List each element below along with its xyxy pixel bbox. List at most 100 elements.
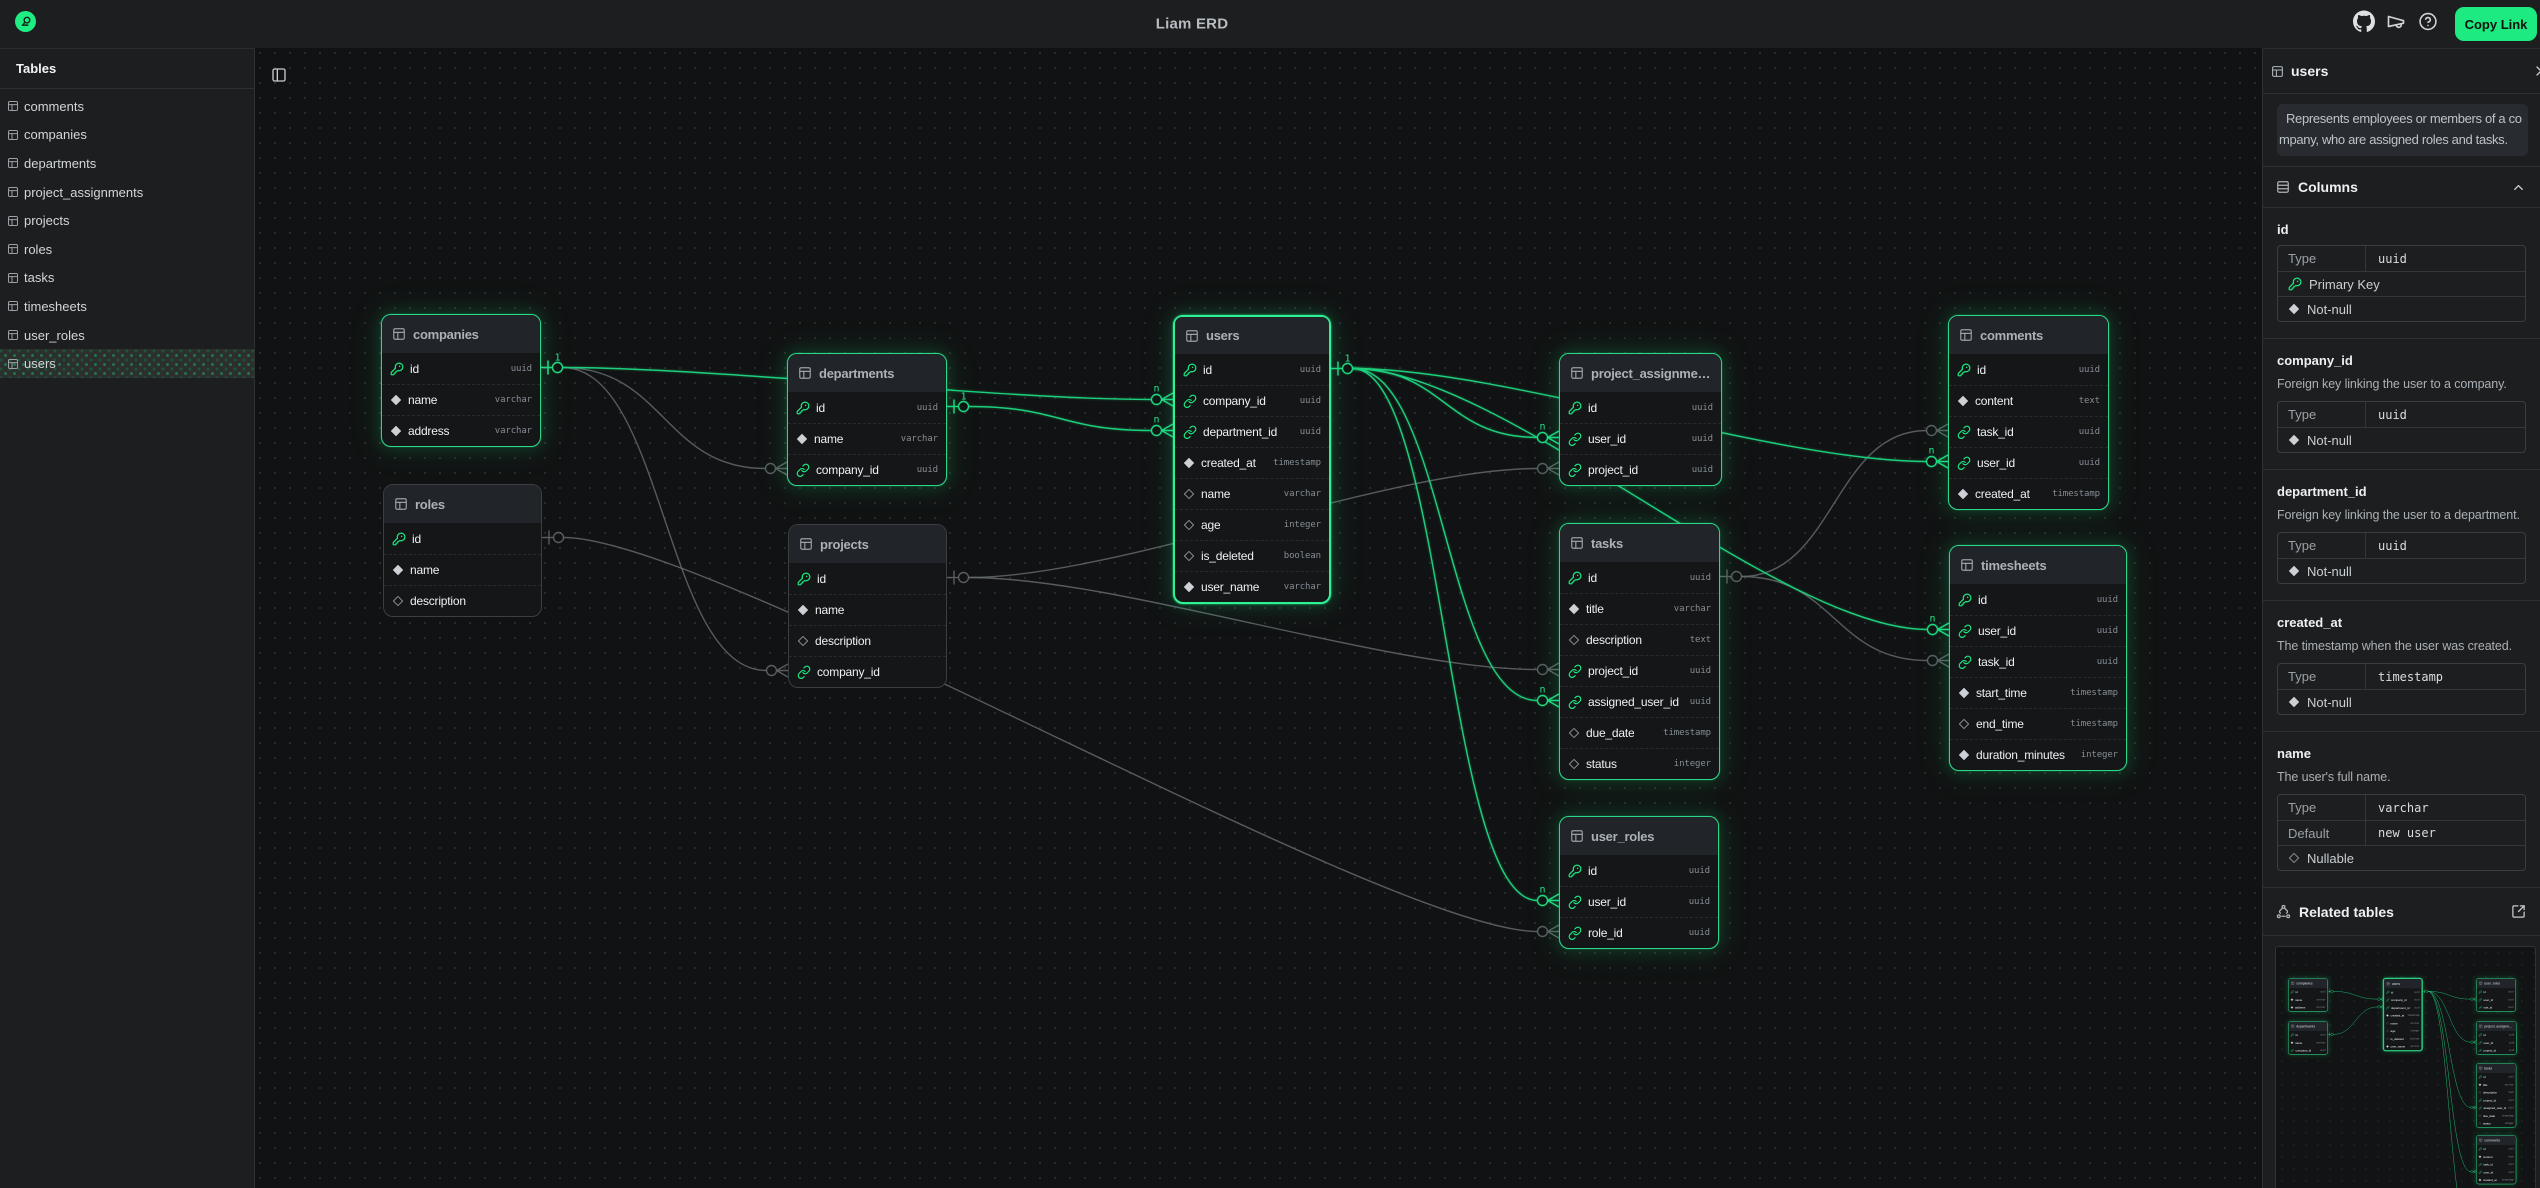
erd-canvas[interactable]: 1n1n1nnnnncompaniesiduuidnamevarcharaddr…: [255, 48, 2262, 1188]
column-row-description[interactable]: description: [789, 625, 946, 656]
not-null-icon: [1183, 457, 1195, 469]
column-row-user_name[interactable]: user_namevarchar: [1175, 571, 1329, 602]
column-row-due_date[interactable]: due_datetimestamp: [1560, 717, 1719, 748]
sidebar-item-timesheets[interactable]: timesheets: [0, 292, 254, 321]
column-row-id[interactable]: iduuid: [1560, 855, 1718, 886]
cardinality-one-marker: [542, 531, 564, 545]
column-row-created_at[interactable]: created_attimestamp: [1175, 447, 1329, 478]
column-row-status[interactable]: statusinteger: [1560, 748, 1719, 779]
column-row-age[interactable]: ageinteger: [1175, 509, 1329, 540]
column-row-address[interactable]: addressvarchar: [382, 415, 540, 446]
foreign-key-icon: [2386, 998, 2390, 1002]
table-node-companies[interactable]: companiesiduuidnamevarcharaddressvarchar: [381, 314, 541, 447]
column-row-name[interactable]: namevarchar: [382, 384, 540, 415]
sidebar-item-tasks[interactable]: tasks: [0, 264, 254, 293]
column-row-department_id[interactable]: department_iduuid: [1175, 416, 1329, 447]
column-row-company_id[interactable]: company_id: [789, 656, 946, 687]
column-row-id[interactable]: iduuid: [1560, 562, 1719, 593]
column-name: company_id: [817, 665, 880, 679]
column-type: text: [2508, 1156, 2514, 1159]
column-row-company_id[interactable]: company_iduuid: [788, 454, 946, 485]
column-name: user_id: [1588, 895, 1626, 909]
column-row-name[interactable]: name: [789, 594, 946, 625]
column-row-id[interactable]: iduuid: [382, 353, 540, 384]
related-tables-minimap[interactable]: companiesiduuidnamevarcharaddressvarchar…: [2275, 946, 2536, 1188]
sidebar-item-companies[interactable]: companies: [0, 121, 254, 150]
column-row-id[interactable]: iduuid: [1175, 354, 1329, 385]
sidebar-item-users[interactable]: users: [0, 349, 254, 378]
copy-link-button[interactable]: Copy Link: [2455, 7, 2537, 41]
column-name: start_time: [1976, 686, 2027, 700]
table-node-project_assignments[interactable]: project_assignmentsiduuiduser_iduuidproj…: [1559, 353, 1722, 486]
megaphone-icon[interactable]: [2386, 12, 2406, 37]
column-row-created_at[interactable]: created_attimestamp: [1949, 478, 2108, 509]
column-row-duration_minutes[interactable]: duration_minutesinteger: [1950, 739, 2126, 770]
column-row-start_time[interactable]: start_timetimestamp: [1950, 677, 2126, 708]
column-name: description: [410, 594, 466, 608]
table-node-departments[interactable]: departmentsiduuidnamevarcharcompany_iduu…: [787, 353, 947, 486]
column-row-id[interactable]: id: [789, 563, 946, 594]
column-row-name[interactable]: name: [384, 554, 541, 585]
open-related-icon[interactable]: [2511, 904, 2526, 919]
table-icon: [2479, 982, 2483, 986]
column-row-is_deleted[interactable]: is_deletedboolean: [1175, 540, 1329, 571]
sidebar-item-project_assignments[interactable]: project_assignments: [0, 178, 254, 207]
column-row-user_id[interactable]: user_iduuid: [1949, 447, 2108, 478]
column-row-id[interactable]: id: [384, 523, 541, 554]
table-node-user_roles[interactable]: user_rolesiduuiduser_iduuidrole_iduuid: [1559, 816, 1719, 949]
sidebar-item-departments[interactable]: departments: [0, 149, 254, 178]
column-type: timestamp: [2501, 1179, 2514, 1182]
column-row-project_id[interactable]: project_iduuid: [1560, 655, 1719, 686]
foreign-key-icon: [1183, 394, 1197, 408]
table-description[interactable]: Represents employees or members of a com…: [2277, 104, 2528, 156]
table-node-users[interactable]: usersiduuidcompany_iduuiddepartment_iduu…: [1173, 315, 1331, 604]
column-row-name[interactable]: namevarchar: [1175, 478, 1329, 509]
columns-title: Columns: [2298, 179, 2503, 195]
column-row-id[interactable]: iduuid: [1950, 584, 2126, 615]
panel-collapse-icon[interactable]: [2531, 63, 2540, 79]
column-row-id[interactable]: iduuid: [1949, 354, 2108, 385]
table-icon: [1960, 558, 1974, 572]
column-row-user_id[interactable]: user_iduuid: [1560, 423, 1721, 454]
table-node-comments[interactable]: commentsiduuidcontenttexttask_iduuiduser…: [1948, 315, 2109, 510]
github-icon[interactable]: [2353, 11, 2375, 38]
table-icon: [2291, 1025, 2295, 1029]
panel-column-department_id: department_idForeign key linking the use…: [2263, 470, 2540, 600]
table-node-tasks[interactable]: tasksiduuidtitlevarchardescriptiontextpr…: [1559, 523, 1720, 780]
column-row-assigned_user_id[interactable]: assigned_user_iduuid: [1560, 686, 1719, 717]
foreign-key-icon: [797, 665, 811, 679]
column-row-content[interactable]: contenttext: [1949, 385, 2108, 416]
column-row-id[interactable]: iduuid: [1560, 392, 1721, 423]
column-row-title[interactable]: titlevarchar: [1560, 593, 1719, 624]
table-node-timesheets[interactable]: timesheetsiduuiduser_iduuidtask_iduuidst…: [1949, 545, 2127, 771]
sidebar-item-user_roles[interactable]: user_roles: [0, 321, 254, 350]
help-icon[interactable]: [2419, 12, 2438, 36]
table-node-roles[interactable]: rolesidnamedescription: [383, 484, 542, 617]
chevron-up-icon[interactable]: [2511, 180, 2526, 195]
not-null-icon: [390, 425, 402, 437]
column-row-end_time[interactable]: end_timetimestamp: [1950, 708, 2126, 739]
foreign-key-icon: [1183, 425, 1197, 439]
column-row-id[interactable]: iduuid: [788, 392, 946, 423]
column-row-company_id[interactable]: company_iduuid: [1175, 385, 1329, 416]
liam-logo[interactable]: [15, 11, 36, 32]
column-row-description[interactable]: descriptiontext: [1560, 624, 1719, 655]
meta-value: uuid: [2366, 539, 2407, 553]
table-node-projects[interactable]: projectsidnamedescriptioncompany_id: [788, 524, 947, 688]
column-row-role_id[interactable]: role_iduuid: [1560, 917, 1718, 948]
column-row-task_id[interactable]: task_iduuid: [1950, 646, 2126, 677]
table-icon: [2291, 982, 2295, 986]
panel-left-toggle-icon[interactable]: [271, 67, 287, 83]
sidebar-item-projects[interactable]: projects: [0, 206, 254, 235]
table-icon: [2479, 1067, 2483, 1071]
sidebar-item-roles[interactable]: roles: [0, 235, 254, 264]
column-row-task_id[interactable]: task_iduuid: [1949, 416, 2108, 447]
column-row-description[interactable]: description: [384, 585, 541, 616]
column-row-user_id[interactable]: user_iduuid: [1560, 886, 1718, 917]
column-name: age: [2391, 1029, 2396, 1033]
sidebar-item-comments[interactable]: comments: [0, 92, 254, 121]
column-row-name[interactable]: namevarchar: [788, 423, 946, 454]
column-row-project_id[interactable]: project_iduuid: [1560, 454, 1721, 485]
column-row-user_id[interactable]: user_iduuid: [1950, 615, 2126, 646]
not-null-icon: [1183, 457, 1195, 469]
